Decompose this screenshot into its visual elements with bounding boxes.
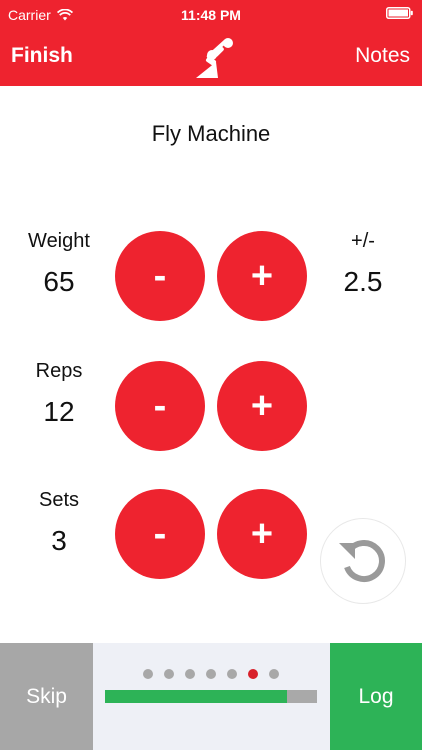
finish-button[interactable]: Finish bbox=[11, 43, 73, 69]
skip-button[interactable]: Skip bbox=[0, 643, 93, 750]
reps-value: 12 bbox=[43, 396, 75, 427]
sets-label: Sets bbox=[38, 489, 80, 511]
reps-label: Reps bbox=[35, 360, 83, 382]
log-button[interactable]: Log bbox=[330, 643, 422, 750]
reps-increment-button[interactable]: + bbox=[217, 361, 307, 451]
exercise-title: Fly Machine bbox=[151, 121, 271, 146]
page-dot bbox=[206, 669, 216, 679]
page-dot bbox=[269, 669, 279, 679]
reps-decrement-button[interactable]: - bbox=[115, 361, 205, 451]
status-right bbox=[386, 7, 414, 19]
page-dot bbox=[185, 669, 195, 679]
progress-bar bbox=[105, 690, 317, 703]
lifter-logo-icon bbox=[188, 36, 238, 82]
page-indicator bbox=[143, 669, 279, 679]
page-dot bbox=[164, 669, 174, 679]
undo-icon bbox=[333, 529, 393, 594]
weight-label: Weight bbox=[28, 230, 90, 252]
increment-label: +/- bbox=[351, 230, 375, 252]
sets-value: 3 bbox=[51, 525, 67, 556]
page-dot bbox=[227, 669, 237, 679]
bottom-bar: Skip Log bbox=[0, 643, 422, 750]
workout-screen: Carrier 11:48 PM Finish Notes Fly Machin… bbox=[0, 0, 422, 750]
page-dot bbox=[143, 669, 153, 679]
status-bar: Carrier 11:48 PM bbox=[0, 0, 422, 30]
progress-fill bbox=[105, 690, 288, 703]
battery-icon bbox=[386, 7, 414, 19]
status-time: 11:48 PM bbox=[181, 7, 241, 23]
header-bar: Carrier 11:48 PM Finish Notes bbox=[0, 0, 422, 86]
sets-decrement-button[interactable]: - bbox=[115, 489, 205, 579]
page-dot-active bbox=[248, 669, 258, 679]
undo-button[interactable] bbox=[320, 518, 406, 604]
weight-increment-button[interactable]: + bbox=[217, 231, 307, 321]
notes-button[interactable]: Notes bbox=[355, 43, 410, 69]
sets-increment-button[interactable]: + bbox=[217, 489, 307, 579]
weight-decrement-button[interactable]: - bbox=[115, 231, 205, 321]
weight-value: 65 bbox=[43, 266, 75, 297]
increment-value[interactable]: 2.5 bbox=[318, 266, 408, 298]
